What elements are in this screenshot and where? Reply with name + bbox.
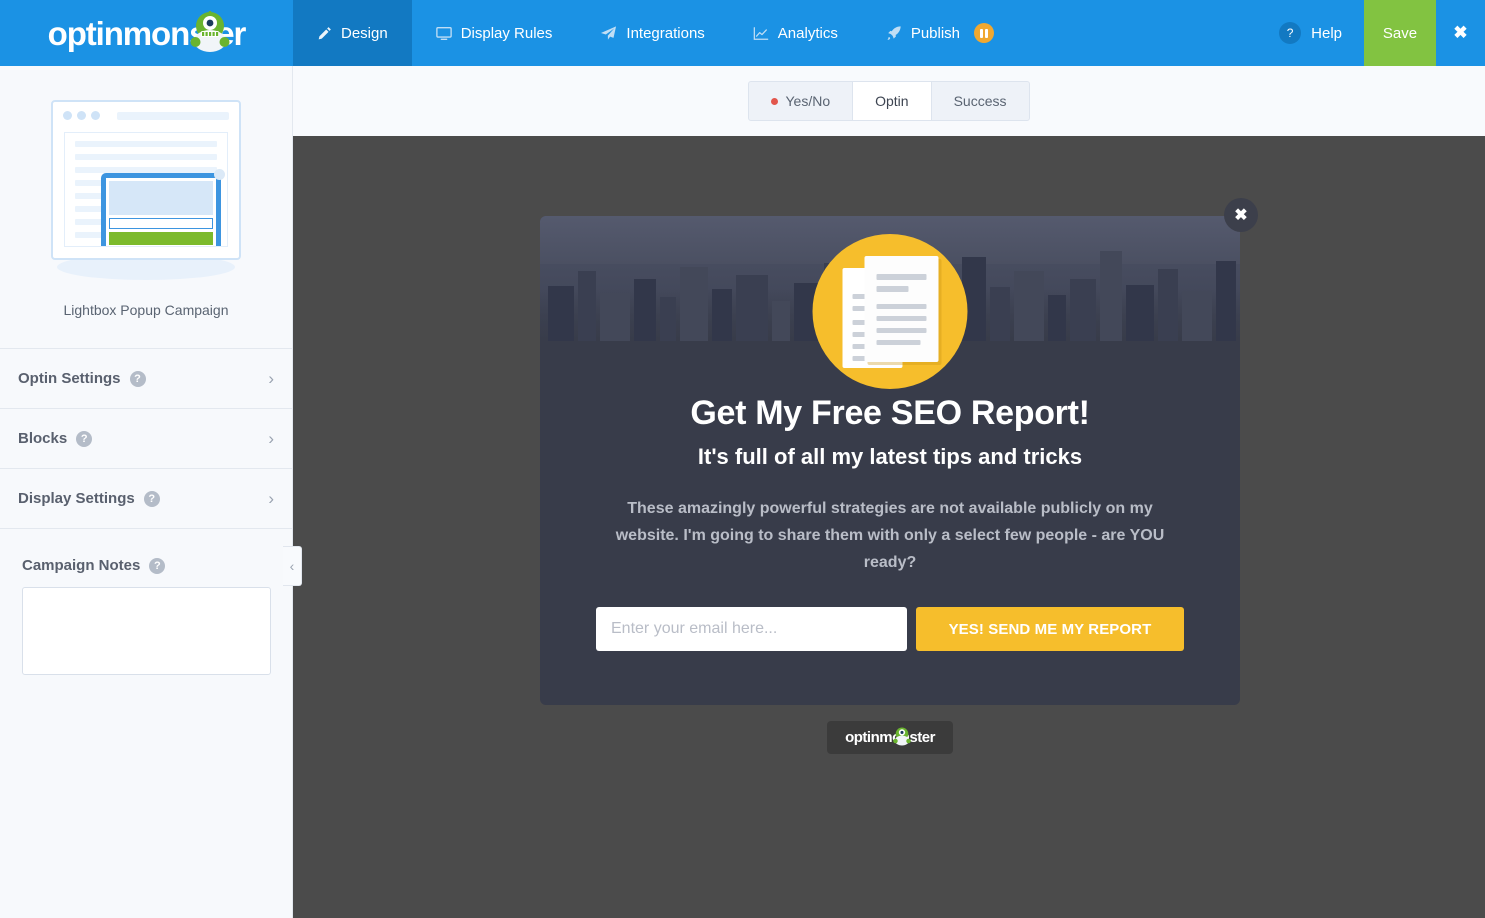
help-button[interactable]: ? Help <box>1257 0 1364 66</box>
chevron-right-icon: › <box>268 369 274 389</box>
nav-item-analytics[interactable]: Analytics <box>729 0 862 66</box>
popup-headline: Get My Free SEO Report! <box>596 394 1184 433</box>
pencil-icon <box>317 26 332 41</box>
popup-body-text: These amazingly powerful strategies are … <box>596 495 1184 576</box>
nav-item-display-rules[interactable]: Display Rules <box>412 0 577 66</box>
help-label: Help <box>1311 25 1342 42</box>
nav-label: Analytics <box>778 25 838 42</box>
tab-label: Yes/No <box>785 93 830 109</box>
nav-label: Integrations <box>626 25 704 42</box>
question-mark-icon[interactable]: ? <box>144 491 160 507</box>
popup-preview-stack: ✖ <box>540 216 1240 754</box>
nav-item-publish[interactable]: Publish <box>862 0 1018 66</box>
nav-label: Publish <box>911 25 960 42</box>
top-right-actions: ? Help Save ✖ <box>1257 0 1485 66</box>
sidebar-collapse-handle[interactable]: ‹ <box>283 546 302 586</box>
view-tabstrip: Yes/No Optin Success <box>293 66 1485 136</box>
sidebar: Lightbox Popup Campaign Optin Settings ?… <box>0 66 293 918</box>
document-report-icon <box>813 234 968 389</box>
campaign-thumbnail-wrap <box>0 66 292 276</box>
monster-logo-icon <box>190 11 230 53</box>
brand-logo[interactable]: optinmonster <box>0 0 293 66</box>
sidebar-item-label: Display Settings <box>18 490 135 507</box>
sidebar-item-label: Optin Settings <box>18 370 121 387</box>
chevron-left-icon: ‹ <box>290 558 295 574</box>
campaign-notes-input[interactable] <box>22 587 271 675</box>
nav-item-integrations[interactable]: Integrations <box>576 0 728 66</box>
campaign-title: Lightbox Popup Campaign <box>0 302 292 318</box>
sidebar-menu: Optin Settings ? › Blocks ? › Display Se… <box>0 348 292 529</box>
attribution-label: optinmonster <box>845 730 935 745</box>
close-icon[interactable]: ✖ <box>1436 0 1485 66</box>
primary-nav: Design Display Rules Integrations <box>293 0 1018 66</box>
sidebar-item-display-settings[interactable]: Display Settings ? › <box>0 469 292 529</box>
question-mark-icon: ? <box>1279 22 1301 44</box>
attribution-badge-wrap: optinmonster <box>540 721 1240 754</box>
save-button[interactable]: Save <box>1364 0 1436 66</box>
tab-yes-no[interactable]: Yes/No <box>749 82 853 120</box>
submit-button[interactable]: YES! SEND ME MY REPORT <box>916 607 1184 651</box>
question-mark-icon[interactable]: ? <box>130 371 146 387</box>
tab-label: Success <box>954 93 1007 109</box>
preview-canvas: ‹ ✖ <box>293 136 1485 918</box>
publish-pause-badge <box>974 23 994 43</box>
campaign-notes-label: Campaign Notes <box>22 557 140 574</box>
nav-item-design[interactable]: Design <box>293 0 412 66</box>
main-content: Yes/No Optin Success ‹ ✖ <box>293 66 1485 918</box>
lightbox-popup: ✖ <box>540 216 1240 705</box>
popup-close-icon[interactable]: ✖ <box>1224 198 1258 232</box>
rocket-icon <box>886 25 902 41</box>
question-mark-icon[interactable]: ? <box>149 558 165 574</box>
popup-subheadline: It's full of all my latest tips and tric… <box>596 444 1184 470</box>
sidebar-item-label: Blocks <box>18 430 67 447</box>
campaign-notes-section: Campaign Notes ? <box>0 529 292 680</box>
monster-logo-icon <box>893 727 911 746</box>
tab-label: Optin <box>875 93 908 109</box>
optinmonster-attribution-badge[interactable]: optinmonster <box>827 721 953 754</box>
paper-plane-icon <box>600 25 617 41</box>
sidebar-item-blocks[interactable]: Blocks ? › <box>0 409 292 469</box>
nav-label: Design <box>341 25 388 42</box>
chevron-right-icon: › <box>268 429 274 449</box>
optin-form: YES! SEND ME MY REPORT <box>596 607 1184 651</box>
nav-label: Display Rules <box>461 25 553 42</box>
question-mark-icon[interactable]: ? <box>76 431 92 447</box>
chart-line-icon <box>753 26 769 41</box>
tab-success[interactable]: Success <box>932 82 1029 120</box>
optinmonster-campaign-builder: optinmonster <box>0 0 1485 918</box>
monitor-icon <box>436 26 452 41</box>
status-dot-icon <box>771 98 778 105</box>
lightbox-popup-thumbnail <box>43 100 249 276</box>
tab-optin[interactable]: Optin <box>853 82 931 120</box>
chevron-right-icon: › <box>268 489 274 509</box>
top-navigation-bar: optinmonster <box>0 0 1485 66</box>
sidebar-item-optin-settings[interactable]: Optin Settings ? › <box>0 349 292 409</box>
email-field[interactable] <box>596 607 907 651</box>
